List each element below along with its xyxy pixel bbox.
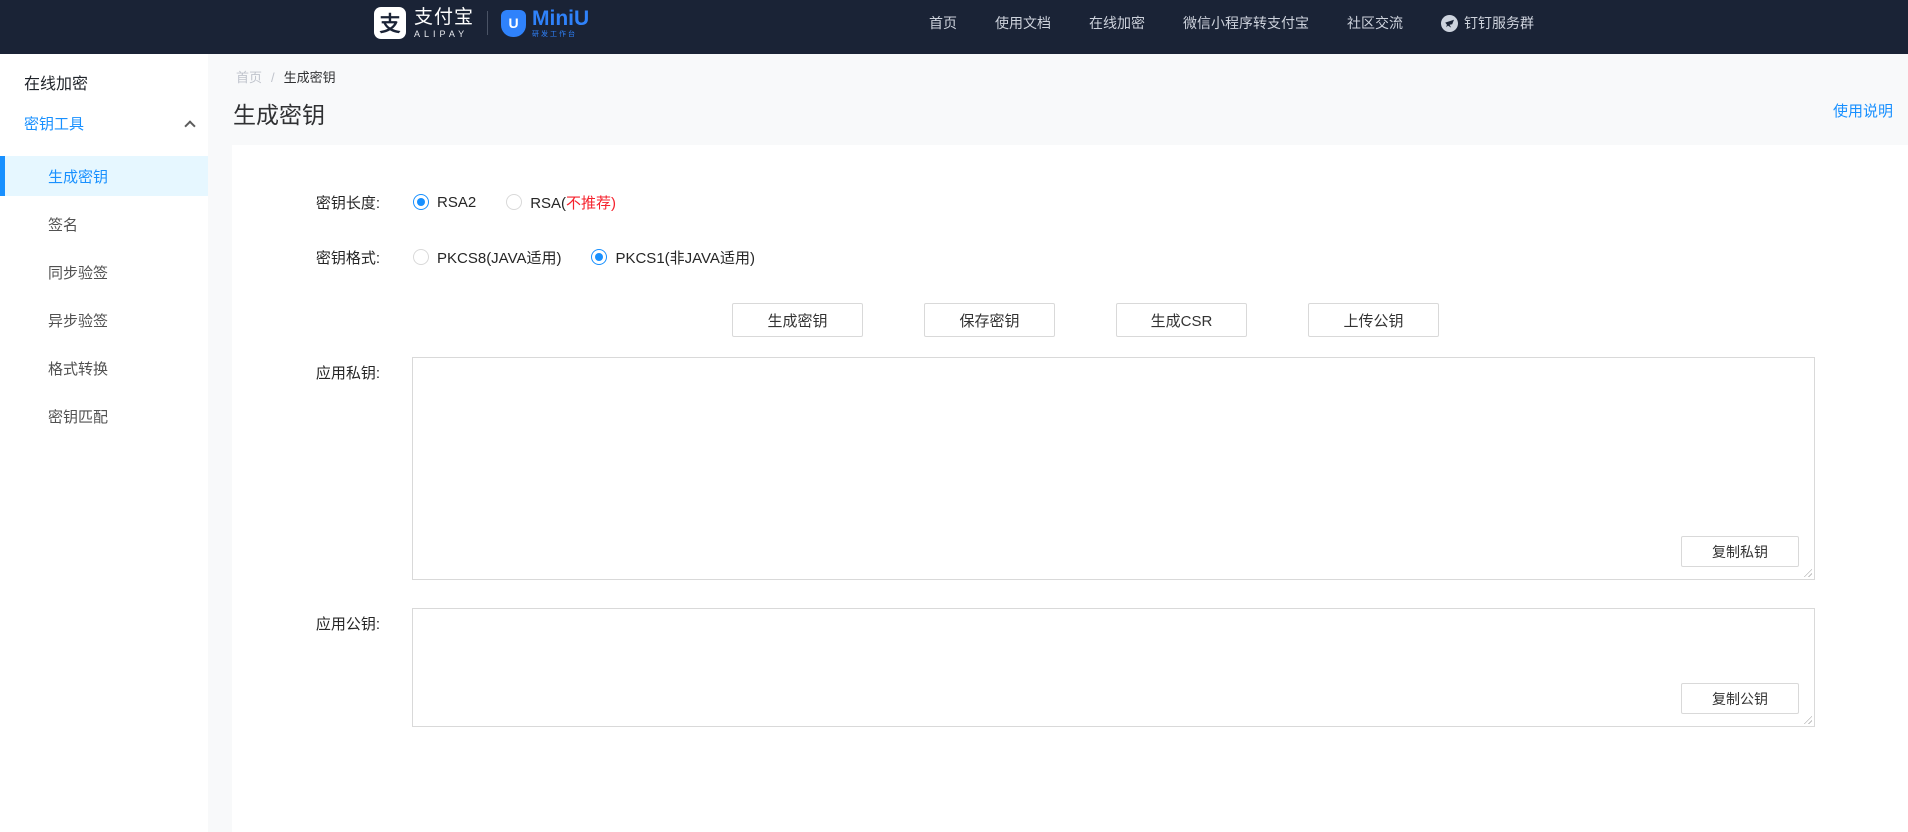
radio-pkcs8-label: PKCS8(JAVA适用) [437, 247, 561, 268]
breadcrumb-home[interactable]: 首页 [236, 70, 262, 85]
key-length-radio-group: RSA2 RSA(不推荐) [413, 192, 616, 213]
radio-pkcs1-label: PKCS1(非JAVA适用) [615, 247, 754, 268]
rsa-not-recommended-text: 不推荐) [566, 195, 616, 212]
content-card: 密钥长度: RSA2 RSA(不推荐) 密钥格式: [232, 145, 1908, 832]
page-title: 生成密钥 [233, 96, 325, 130]
sidebar: 在线加密 密钥工具 生成密钥 签名 同步验签 异步验签 格式转换 密钥匹配 [0, 54, 208, 832]
sidebar-group-label: 密钥工具 [24, 113, 84, 134]
key-format-label: 密钥格式: [232, 247, 380, 268]
radio-pkcs8-control[interactable] [413, 249, 429, 265]
nav-item-docs[interactable]: 使用文档 [995, 13, 1051, 33]
nav-menu: 首页 使用文档 在线加密 微信小程序转支付宝 社区交流 钉钉服务群 [929, 13, 1534, 33]
logo-divider [487, 11, 488, 35]
action-buttons: 生成密钥 保存密钥 生成CSR 上传公钥 [732, 303, 1439, 337]
alipay-icon: 支 [374, 7, 406, 39]
radio-rsa[interactable]: RSA(不推荐) [506, 192, 616, 213]
public-key-textarea[interactable] [413, 609, 1814, 726]
nav-item-dingtalk-group[interactable]: 钉钉服务群 [1441, 13, 1534, 33]
sidebar-item-key-match[interactable]: 密钥匹配 [0, 396, 208, 436]
nav-item-wechat-convert[interactable]: 微信小程序转支付宝 [1183, 13, 1309, 33]
alipay-brand-subtext: ALIPAY [414, 30, 474, 39]
copy-public-key-button[interactable]: 复制公钥 [1681, 683, 1799, 714]
radio-rsa-control[interactable] [506, 194, 522, 210]
key-format-radio-group: PKCS8(JAVA适用) PKCS1(非JAVA适用) [413, 247, 755, 268]
nav-item-dingtalk-label: 钉钉服务群 [1464, 13, 1534, 33]
generate-csr-button[interactable]: 生成CSR [1116, 303, 1247, 337]
radio-rsa2-label: RSA2 [437, 194, 476, 211]
sidebar-item-format-convert[interactable]: 格式转换 [0, 348, 208, 388]
nav-item-home[interactable]: 首页 [929, 13, 957, 33]
sidebar-item-sync-verify[interactable]: 同步验签 [0, 252, 208, 292]
public-key-field-wrap: 复制公钥 [412, 608, 1815, 727]
breadcrumb-current: 生成密钥 [284, 70, 336, 85]
sidebar-item-generate-key[interactable]: 生成密钥 [0, 156, 208, 196]
radio-pkcs8[interactable]: PKCS8(JAVA适用) [413, 247, 561, 268]
save-key-button[interactable]: 保存密钥 [924, 303, 1055, 337]
sidebar-title: 在线加密 [24, 70, 88, 94]
key-format-row: 密钥格式: PKCS8(JAVA适用) PKCS1(非JAVA适用) [232, 240, 755, 274]
nav-item-online-encrypt[interactable]: 在线加密 [1089, 13, 1145, 33]
sidebar-menu: 生成密钥 签名 同步验签 异步验签 格式转换 密钥匹配 [0, 156, 208, 444]
nav-item-community[interactable]: 社区交流 [1347, 13, 1403, 33]
chevron-up-icon [184, 120, 195, 131]
sidebar-item-async-verify[interactable]: 异步验签 [0, 300, 208, 340]
radio-pkcs1[interactable]: PKCS1(非JAVA适用) [591, 247, 754, 268]
sidebar-group-key-tools[interactable]: 密钥工具 [24, 113, 194, 134]
miniu-shield-icon: U [501, 10, 526, 37]
radio-pkcs1-control[interactable] [591, 249, 607, 265]
private-key-field-wrap: 复制私钥 [412, 357, 1815, 580]
top-navbar: 支 支付宝 ALIPAY U MiniU 研发工作台 首页 使用文档 在线加密 … [0, 0, 1908, 54]
key-length-label: 密钥长度: [232, 192, 380, 213]
page: 支 支付宝 ALIPAY U MiniU 研发工作台 首页 使用文档 在线加密 … [0, 0, 1908, 832]
dingtalk-icon [1441, 15, 1458, 32]
breadcrumb: 首页 / 生成密钥 [236, 67, 336, 86]
public-key-label: 应用公钥: [232, 613, 380, 634]
miniu-brand-subtext: 研发工作台 [532, 31, 589, 38]
logo-group[interactable]: 支 支付宝 ALIPAY U MiniU 研发工作台 [374, 7, 589, 39]
key-length-row: 密钥长度: RSA2 RSA(不推荐) [232, 185, 616, 219]
radio-rsa2-control[interactable] [413, 194, 429, 210]
breadcrumb-separator: / [271, 70, 275, 85]
radio-rsa2[interactable]: RSA2 [413, 194, 476, 211]
main-area: 首页 / 生成密钥 生成密钥 使用说明 密钥长度: RSA2 RSA(不推荐) [208, 54, 1908, 832]
upload-public-key-button[interactable]: 上传公钥 [1308, 303, 1439, 337]
alipay-brand-text: 支付宝 [414, 8, 474, 27]
private-key-label: 应用私钥: [232, 362, 380, 383]
generate-key-button[interactable]: 生成密钥 [732, 303, 863, 337]
sidebar-item-sign[interactable]: 签名 [0, 204, 208, 244]
private-key-textarea[interactable] [413, 358, 1814, 579]
radio-rsa-label: RSA(不推荐) [530, 192, 616, 213]
usage-help-link[interactable]: 使用说明 [1833, 100, 1893, 121]
miniu-brand-text: MiniU [532, 8, 589, 29]
copy-private-key-button[interactable]: 复制私钥 [1681, 536, 1799, 567]
